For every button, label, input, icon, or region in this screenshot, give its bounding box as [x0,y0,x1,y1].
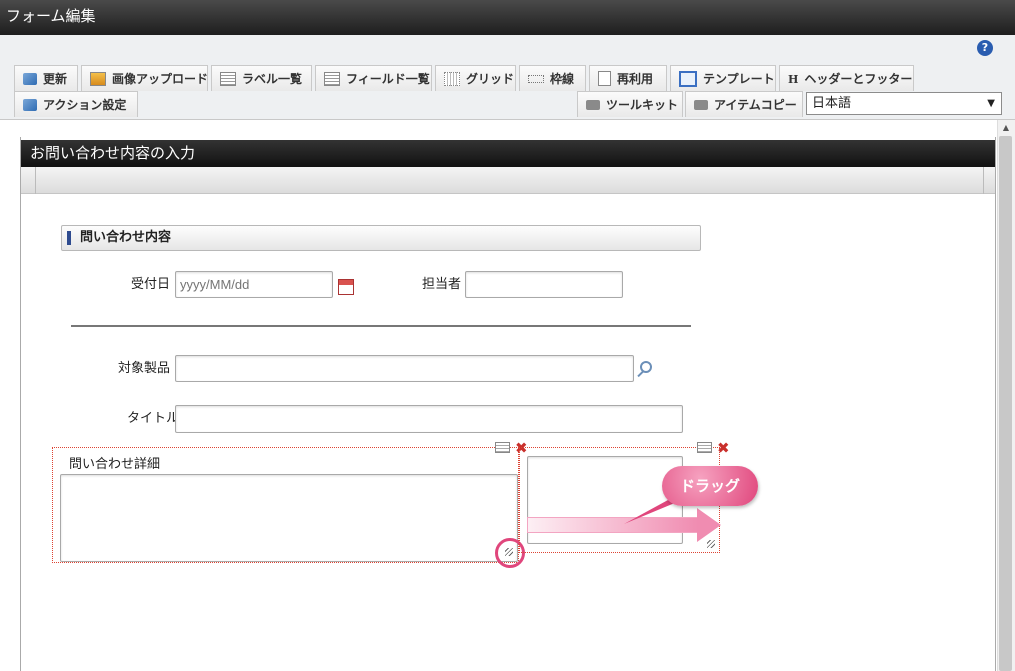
drag-arrow-head-icon [697,508,721,542]
form-header-title: お問い合わせ内容の入力 [21,140,995,167]
language-select[interactable]: 日本語 ▼ [806,92,1002,115]
scroll-up-icon[interactable]: ▲ [999,122,1013,134]
title-input[interactable] [175,405,683,433]
window-title: フォーム編集 [0,0,1015,35]
reuse-button[interactable]: 再利用 [589,65,667,91]
image-upload-button[interactable]: 画像アップロード [81,65,208,91]
reuse-icon [598,71,611,86]
action-icon [23,98,37,111]
target-product-label: 対象製品 [118,361,171,376]
divider-line [71,325,691,327]
scrollbar-thumb[interactable] [999,136,1012,671]
field-list-label: フィールド一覧 [346,72,430,86]
item-copy-icon [694,99,708,110]
preview-properties-icon [697,442,712,453]
subbar-divider [983,167,984,194]
grid-button[interactable]: グリッド [435,65,516,91]
item-properties-icon[interactable] [495,442,510,453]
field-list-button[interactable]: フィールド一覧 [315,65,432,91]
title-label: タイトル [127,411,180,426]
border-icon [528,74,544,83]
grid-icon [444,71,460,86]
toolkit-button[interactable]: ツールキット [577,91,683,117]
preview-delete-icon: ✖ [717,439,730,457]
field-list-icon [324,71,340,86]
header-footer-icon: H [788,72,799,86]
update-label: 更新 [43,72,68,86]
image-upload-label: 画像アップロード [112,72,209,86]
label-list-label: ラベル一覧 [242,72,303,86]
item-copy-button[interactable]: アイテムコピー [685,91,803,117]
search-icon[interactable] [637,361,653,378]
label-list-button[interactable]: ラベル一覧 [211,65,312,91]
border-button[interactable]: 枠線 [519,65,586,91]
template-label: テンプレート [703,72,775,86]
assignee-input[interactable] [465,271,623,298]
template-icon [679,70,697,87]
action-settings-label: アクション設定 [43,98,127,112]
subbar-divider [35,167,36,194]
toolkit-icon [586,99,600,110]
chevron-down-icon: ▼ [987,98,995,109]
drag-callout: ドラッグ [662,466,758,506]
reception-date-label: 受付日 [131,277,171,292]
border-label: 枠線 [550,72,575,86]
action-settings-button[interactable]: アクション設定 [14,91,138,117]
language-selected: 日本語 [812,96,852,111]
section-title: 問い合わせ内容 [61,225,701,251]
update-button[interactable]: 更新 [14,65,78,91]
calendar-icon[interactable] [338,279,354,295]
refresh-icon [23,72,37,85]
form-canvas [20,137,996,671]
item-copy-label: アイテムコピー [714,98,797,112]
reception-date-input[interactable] [175,271,333,298]
form-subheader-bar [21,167,995,194]
reuse-label: 再利用 [617,72,654,86]
help-icon[interactable]: ? [977,40,993,56]
header-footer-label: ヘッダーとフッター [804,72,913,86]
inquiry-detail-label: 問い合わせ詳細 [69,457,161,472]
template-button[interactable]: テンプレート [670,65,776,91]
grid-label: グリッド [466,72,515,86]
label-list-icon [220,71,236,86]
toolkit-label: ツールキット [606,98,679,112]
assignee-label: 担当者 [422,277,462,292]
target-product-input[interactable] [175,355,634,382]
header-footer-button[interactable]: H ヘッダーとフッター [779,65,914,91]
image-upload-icon [90,71,106,86]
inquiry-detail-textarea[interactable] [60,474,518,562]
